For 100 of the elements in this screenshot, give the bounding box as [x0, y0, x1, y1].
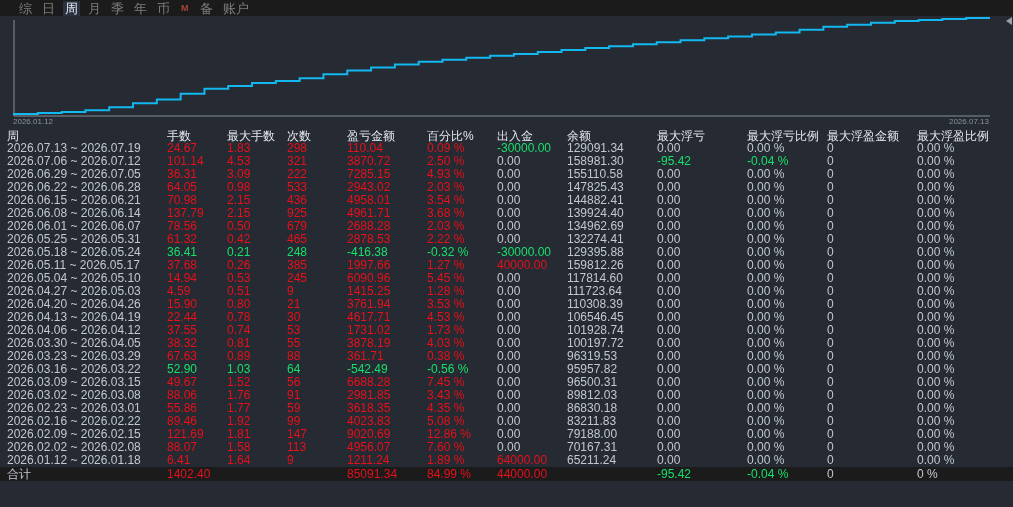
table-cell: 0.00 [657, 220, 681, 233]
table-cell: 0.00 [497, 298, 521, 311]
table-cell: 248 [287, 246, 308, 259]
table-cell: 0.00 % [917, 311, 955, 324]
table-cell: 0.00 % [917, 194, 955, 207]
table-cell: 158981.30 [567, 155, 624, 168]
table-cell: 0.00 % [747, 402, 785, 415]
table-cell: 0.53 [227, 272, 251, 285]
table-cell: 0.00 % [747, 142, 785, 155]
table-cell: 321 [287, 155, 308, 168]
table-cell: 49.67 [167, 376, 198, 389]
scroll-arrow-icon[interactable] [1006, 17, 1012, 25]
table-cell: 0.00 % [917, 181, 955, 194]
table-cell: 110308.39 [567, 298, 623, 311]
table-cell: 0.00 % [747, 363, 785, 376]
table-cell: 3870.72 [347, 155, 391, 168]
table-cell: 0.00 % [747, 324, 785, 337]
tab[interactable]: 年 [132, 0, 149, 16]
table-cell: 1.28 % [427, 285, 465, 298]
table-cell: -95.42 [657, 155, 692, 168]
table-cell: 53 [287, 324, 301, 337]
table-cell: 14.94 [167, 272, 198, 285]
table-cell: 2981.85 [347, 389, 391, 402]
table-cell: 0.00 % [917, 454, 955, 467]
table-cell: 3618.35 [347, 402, 391, 415]
table-cell: 134962.69 [567, 220, 624, 233]
table-cell: 0 [827, 389, 834, 402]
table-cell: 4.59 [167, 285, 191, 298]
table-cell: 67.63 [167, 350, 198, 363]
tab[interactable]: 季 [109, 0, 126, 16]
table-cell: 2.22 % [427, 233, 465, 246]
table-cell: 0.00 % [747, 207, 785, 220]
table-cell: 385 [287, 259, 308, 272]
table-cell: 0.00 [657, 233, 681, 246]
table-cell: 0.00 [657, 454, 681, 467]
table-cell: 2026.03.16 ~ 2026.03.22 [7, 363, 141, 376]
table-cell: 4.93 % [427, 168, 465, 181]
table-cell: 1402.40 [167, 467, 211, 481]
table-cell: 0 [827, 168, 834, 181]
table-cell: 55.86 [167, 402, 198, 415]
table-cell: 22.44 [167, 311, 198, 324]
table-cell: 2026.06.01 ~ 2026.06.07 [7, 220, 141, 233]
chart-date-label: 2026.07.13 [948, 117, 989, 126]
table-cell: 4958.01 [347, 194, 391, 207]
table-cell: 0.00 % [747, 428, 785, 441]
table-cell: 0 [827, 454, 834, 467]
tab[interactable]: 周 [63, 0, 80, 16]
table-cell: 44000.00 [497, 467, 548, 481]
table-cell: 0.00 % [917, 298, 955, 311]
table-cell: 0.00 [497, 220, 521, 233]
table-cell: 0 [827, 363, 834, 376]
tab[interactable]: M [178, 0, 192, 16]
table-cell: 96500.31 [567, 376, 618, 389]
table-cell: 0.00 [657, 428, 681, 441]
tab[interactable]: 月 [86, 0, 103, 16]
table-cell: 0 [827, 142, 834, 155]
table-cell: 0.00 [497, 181, 521, 194]
table-cell: 0.00 [497, 428, 521, 441]
table-cell: 0.00 [497, 415, 521, 428]
column-header: 最大手数 [227, 128, 276, 143]
table-cell: 1.77 [227, 402, 251, 415]
table-cell: 0.00 % [747, 181, 785, 194]
table-cell: 0.00 % [747, 311, 785, 324]
table-cell: 1.81 [227, 428, 251, 441]
table-cell: 3.09 [227, 168, 251, 181]
table-cell: 2026.03.30 ~ 2026.04.05 [7, 337, 141, 350]
table-cell: 0.00 [657, 337, 681, 350]
table-cell: 0.21 [227, 246, 251, 259]
table-cell: 9020.69 [347, 428, 391, 441]
table-cell: 679 [287, 220, 308, 233]
tab[interactable]: 账户 [220, 0, 251, 16]
tab[interactable]: 日 [40, 0, 57, 16]
table-cell: 7285.15 [347, 168, 391, 181]
table-cell: 0 % [917, 467, 938, 481]
table-cell: 2026.03.23 ~ 2026.03.29 [7, 350, 141, 363]
table-cell: 0.00 [497, 389, 521, 402]
table-cell: -30000.00 [497, 142, 552, 155]
table-cell: 21 [287, 298, 301, 311]
table-cell: 0 [827, 415, 834, 428]
table-cell: 0.00 [657, 298, 681, 311]
tab[interactable]: 备 [197, 0, 215, 16]
table-cell: 0 [827, 285, 834, 298]
table-cell: 0.00 % [917, 389, 955, 402]
tab[interactable]: 币 [155, 0, 172, 16]
table-cell: 0.00 [657, 389, 681, 402]
table-cell: 5.08 % [427, 415, 465, 428]
table-cell: 37.55 [167, 324, 198, 337]
tab[interactable]: 综 [17, 0, 34, 16]
table-cell: 0.00 [657, 311, 681, 324]
table-cell: 0.00 [657, 168, 681, 181]
table-cell: 37.68 [167, 259, 198, 272]
table-cell: 4.03 % [427, 337, 465, 350]
table-cell: 7.60 % [427, 441, 465, 454]
table-cell: 3.53 % [427, 298, 465, 311]
table-cell: 0.00 % [917, 168, 955, 181]
table-cell: 99 [287, 415, 301, 428]
table-cell: 86830.18 [567, 402, 618, 415]
table-cell: 2026.07.06 ~ 2026.07.12 [7, 155, 141, 168]
table-cell: 0.89 [227, 350, 251, 363]
table-cell: 121.69 [167, 428, 204, 441]
